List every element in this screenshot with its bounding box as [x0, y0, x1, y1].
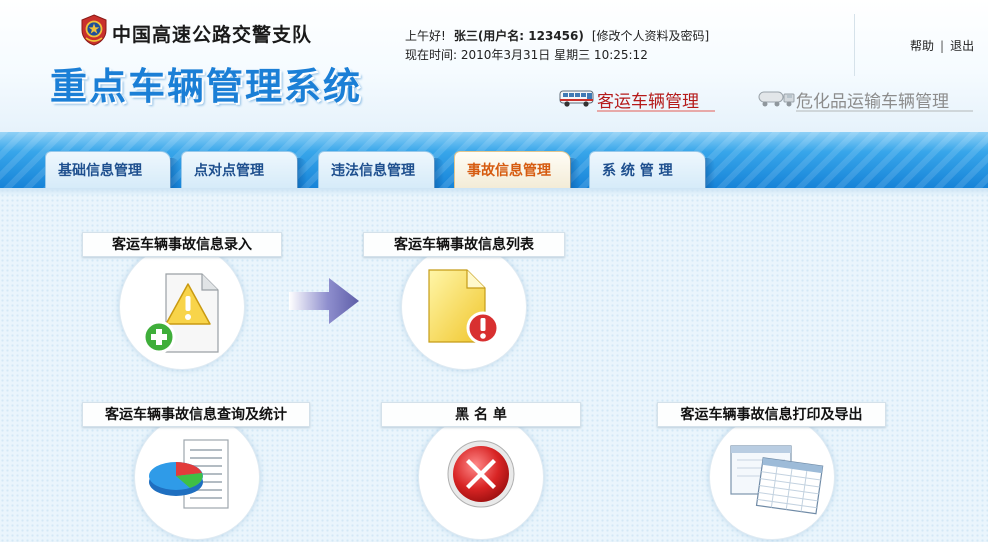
link-separator: | [940, 39, 945, 53]
spreadsheet-windows-icon [730, 445, 824, 515]
main-nav: 基础信息管理 点对点管理 违法信息管理 事故信息管理 系 统 管 理 [0, 132, 988, 188]
header: 中国高速公路交警支队 重点车辆管理系统 上午好! 张三(用户名: 123456) [… [0, 0, 988, 132]
red-x-icon [447, 440, 515, 508]
module-hazmat-vehicle-label: 危化品运输车辆管理 [796, 92, 949, 112]
flow-arrow-icon [289, 278, 359, 324]
accident-list-item[interactable]: 客运车辆事故信息列表 [363, 232, 565, 372]
tanker-truck-icon [758, 91, 795, 107]
module-passenger-vehicle[interactable]: 客运车辆管理 [559, 84, 715, 112]
accident-entry-item[interactable]: 客运车辆事故信息录入 [82, 232, 282, 372]
top-links: 帮助 | 退出 [910, 37, 974, 54]
item-label: 黑 名 单 [381, 402, 581, 427]
content-top-shade [0, 188, 988, 196]
blacklist-item[interactable]: 黑 名 单 [381, 402, 581, 542]
user-display: 张三(用户名: 123456) [453, 29, 584, 43]
document-error-icon [428, 269, 500, 345]
item-label: 客运车辆事故信息录入 [82, 232, 282, 257]
edit-profile-link[interactable]: [修改个人资料及密码] [592, 29, 709, 43]
tab-basic-info[interactable]: 基础信息管理 [45, 151, 180, 188]
logout-link[interactable]: 退出 [950, 39, 974, 53]
item-label: 客运车辆事故信息查询及统计 [82, 402, 310, 427]
module-hazmat-vehicle[interactable]: 危化品运输车辆管理 [758, 84, 973, 112]
tab-violation-info[interactable]: 违法信息管理 [318, 151, 444, 188]
module-underline [597, 110, 715, 112]
help-link[interactable]: 帮助 [910, 39, 934, 53]
org-name: 中国高速公路交警支队 [112, 24, 313, 46]
item-label: 客运车辆事故信息打印及导出 [657, 402, 886, 427]
tab-accident-info[interactable]: 事故信息管理 [454, 151, 580, 188]
item-label: 客运车辆事故信息列表 [363, 232, 565, 257]
greeting: 上午好! [405, 29, 446, 43]
tab-point-to-point[interactable]: 点对点管理 [181, 151, 307, 188]
police-emblem-icon [81, 14, 107, 46]
module-underline [796, 110, 973, 112]
bus-icon [559, 90, 594, 107]
accident-query-stats-item[interactable]: 客运车辆事故信息查询及统计 [82, 402, 310, 542]
system-title: 重点车辆管理系统 [50, 65, 362, 108]
current-time: 现在时间: 2010年3月31日 星期三 10:25:12 [405, 48, 648, 62]
pie-chart-report-icon [149, 439, 229, 509]
header-divider [854, 14, 855, 76]
greeting-line: 上午好! 张三(用户名: 123456) [修改个人资料及密码] [405, 27, 709, 44]
tab-system-management[interactable]: 系 统 管 理 [589, 151, 715, 188]
document-warning-add-icon [142, 273, 219, 354]
module-passenger-vehicle-label: 客运车辆管理 [597, 92, 699, 112]
accident-print-export-item[interactable]: 客运车辆事故信息打印及导出 [657, 402, 886, 542]
